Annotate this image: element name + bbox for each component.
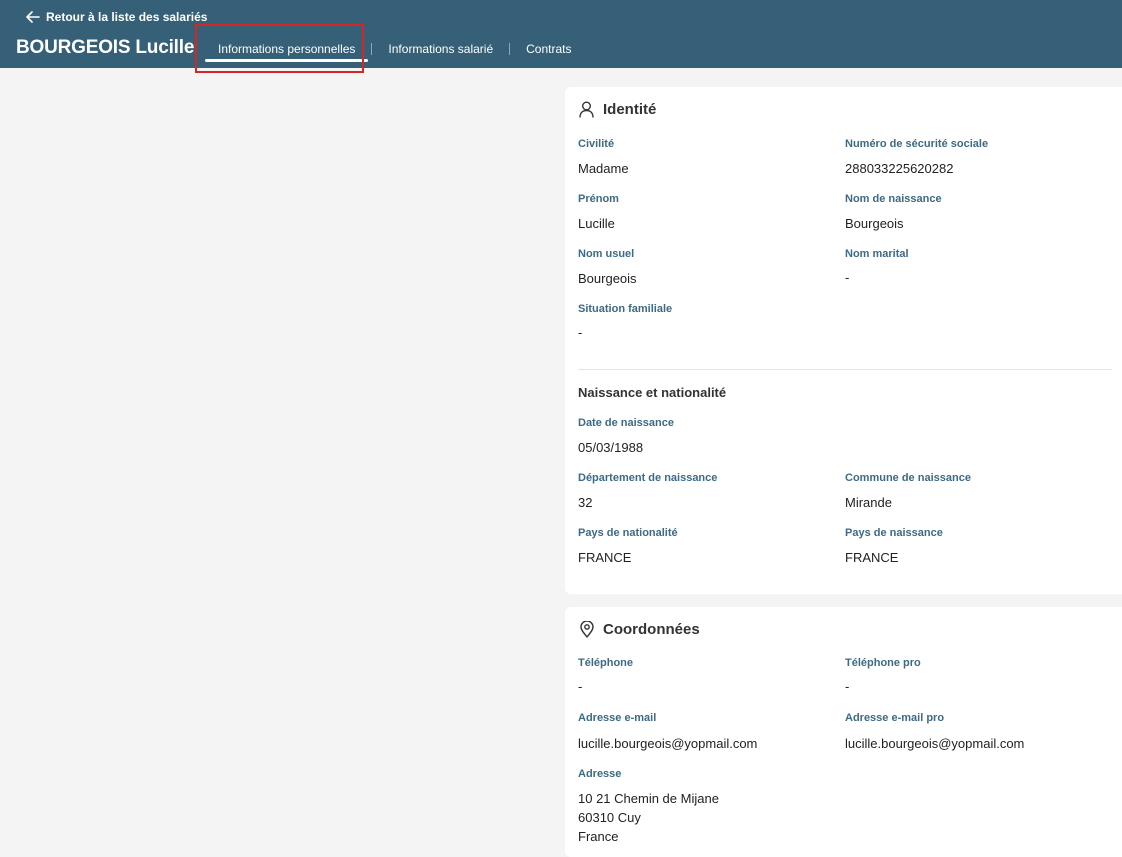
tab-divider [509, 43, 511, 55]
telephone-value: - [578, 679, 583, 694]
commune-naissance-label: Commune de naissance [845, 472, 971, 484]
civilite-value: Madame [578, 161, 629, 176]
nom-marital-value: - [845, 270, 850, 285]
nom-usuel-value: Bourgeois [578, 271, 637, 286]
adresse-label: Adresse [578, 768, 622, 780]
section-divider [578, 369, 1112, 370]
tab-divider [371, 43, 373, 55]
nss-label: Numéro de sécurité sociale [845, 138, 989, 150]
arrow-left-icon [26, 11, 40, 23]
employee-name: BOURGEOIS Lucille [16, 37, 195, 58]
back-link-label: Retour à la liste des salariés [46, 10, 208, 24]
situation-familiale-label: Situation familiale [578, 303, 673, 315]
pays-naissance-value: FRANCE [845, 550, 899, 565]
email-value: lucille.bourgeois@yopmail.com [578, 736, 758, 751]
prenom-value: Lucille [578, 216, 615, 231]
departement-naissance-value: 32 [578, 495, 593, 510]
pays-nationalite-label: Pays de nationalité [578, 527, 678, 539]
email-pro-label: Adresse e-mail pro [845, 712, 945, 724]
civilite-label: Civilité [578, 138, 615, 150]
departement-naissance-label: Département de naissance [578, 472, 718, 484]
person-icon [578, 101, 595, 118]
commune-naissance-value: Mirande [845, 495, 892, 510]
nom-usuel-label: Nom usuel [578, 248, 635, 260]
situation-familiale-value: - [578, 325, 583, 340]
telephone-label: Téléphone [578, 657, 634, 669]
top-header: Retour à la liste des salariés BOURGEOIS… [0, 0, 1122, 68]
adresse-line: 10 21 Chemin de Mijane [578, 791, 719, 806]
adresse-line: France [578, 829, 619, 844]
pays-naissance-label: Pays de naissance [845, 527, 943, 539]
identite-card: Identité Civilité Madame Numéro de sécur… [565, 87, 1122, 594]
naissance-title: Naissance et nationalité [578, 385, 727, 400]
telephone-pro-label: Téléphone pro [845, 657, 921, 669]
location-pin-icon [578, 621, 595, 638]
coordonnees-card: Coordonnées Téléphone - Téléphone pro - … [565, 607, 1122, 857]
date-naissance-value: 05/03/1988 [578, 440, 644, 455]
nom-marital-label: Nom marital [845, 248, 909, 260]
tab-informations-personnelles[interactable]: Informations personnelles [205, 38, 369, 62]
coordonnees-title: Coordonnées [578, 621, 700, 638]
back-to-list-link[interactable]: Retour à la liste des salariés [26, 9, 207, 25]
adresse-line: 60310 Cuy [578, 810, 641, 825]
nom-naissance-label: Nom de naissance [845, 193, 942, 205]
coordonnees-title-label: Coordonnées [603, 621, 700, 638]
telephone-pro-value: - [845, 679, 850, 694]
email-label: Adresse e-mail [578, 712, 657, 724]
email-pro-value: lucille.bourgeois@yopmail.com [845, 736, 1025, 751]
pays-nationalite-value: FRANCE [578, 550, 632, 565]
date-naissance-label: Date de naissance [578, 417, 674, 429]
prenom-label: Prénom [578, 193, 619, 205]
identite-title: Identité [578, 101, 656, 118]
nom-naissance-value: Bourgeois [845, 216, 904, 231]
tab-informations-salarie[interactable]: Informations salarié [375, 38, 506, 60]
adresse-value: 10 21 Chemin de Mijane 60310 Cuy France [578, 789, 719, 846]
nss-value: 288033225620282 [845, 161, 954, 176]
tab-contrats[interactable]: Contrats [513, 38, 584, 60]
identite-title-label: Identité [603, 101, 657, 118]
tab-bar: Informations personnelles Informations s… [205, 38, 585, 62]
